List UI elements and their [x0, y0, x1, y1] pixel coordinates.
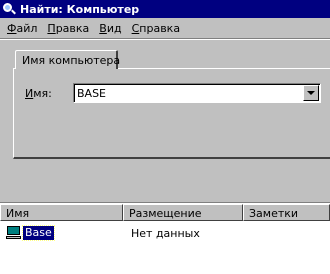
- computer-icon: [6, 226, 22, 240]
- results-header: Имя Размещение Заметки: [0, 204, 330, 221]
- column-header-notes[interactable]: Заметки: [243, 204, 330, 221]
- combobox-dropdown-button[interactable]: [303, 85, 319, 101]
- title-bar[interactable]: Найти: Компьютер: [0, 0, 330, 18]
- window-title: Найти: Компьютер: [20, 2, 140, 16]
- menu-view[interactable]: Вид: [94, 22, 126, 35]
- tab-computer-name[interactable]: Имя компьютера: [15, 50, 120, 69]
- magnifier-icon: [2, 3, 16, 15]
- menu-separator: [0, 38, 330, 40]
- tab-panel: [13, 68, 330, 159]
- menu-bar: Файл Правка Вид Справка: [0, 19, 330, 37]
- column-header-location[interactable]: Размещение: [123, 204, 243, 221]
- result-name[interactable]: Base: [22, 225, 55, 241]
- name-label: Имя:: [25, 87, 52, 100]
- chevron-down-icon: [307, 91, 315, 95]
- menu-help[interactable]: Справка: [127, 22, 185, 35]
- name-combobox-value[interactable]: BASE: [77, 87, 106, 100]
- menu-edit[interactable]: Правка: [42, 22, 94, 35]
- result-location: Нет данных: [131, 227, 200, 240]
- menu-file[interactable]: Файл: [2, 22, 42, 35]
- name-combobox[interactable]: BASE: [73, 83, 321, 103]
- column-header-name[interactable]: Имя: [0, 204, 123, 221]
